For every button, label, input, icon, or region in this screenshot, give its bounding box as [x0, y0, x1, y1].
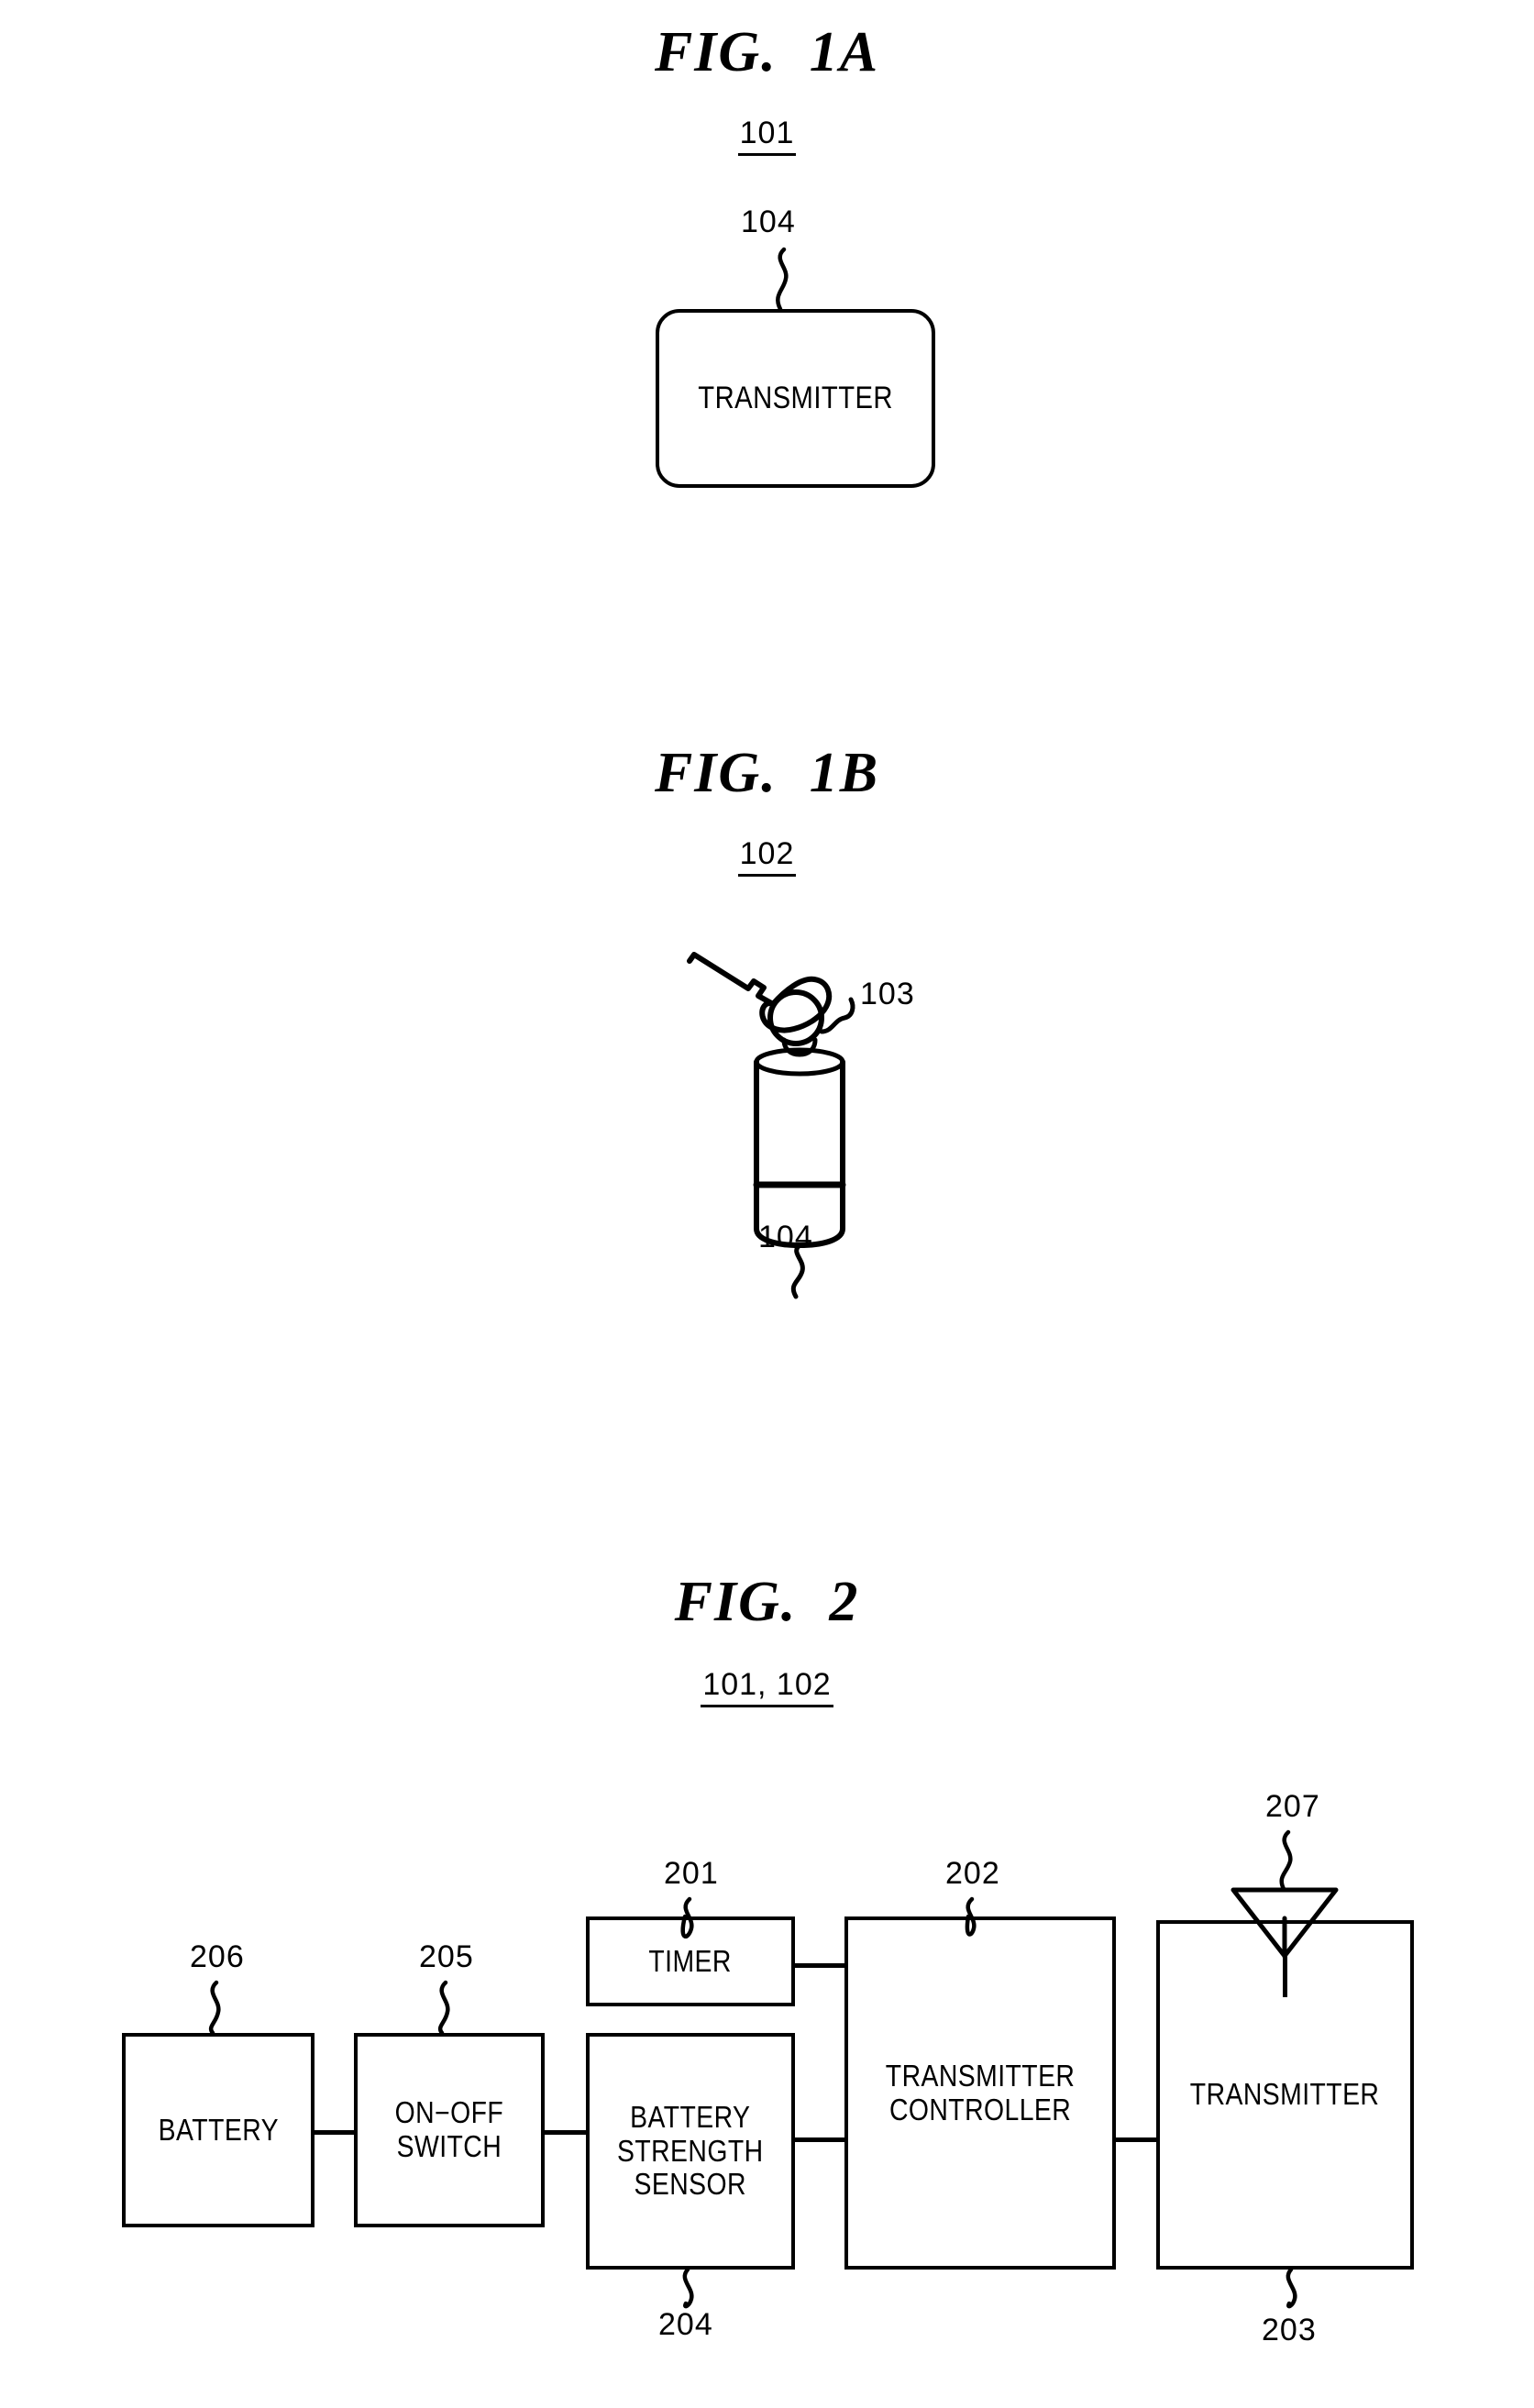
key-ring: [767, 989, 824, 1046]
reference-numeral-203: 203: [1262, 2313, 1317, 2347]
key-bow: [759, 976, 833, 1033]
transmitter-controller-block-label: TRANSMITTER CONTROLLER: [885, 2058, 1076, 2126]
battery-block: BATTERY: [122, 2033, 315, 2227]
figure-1a-title: FIG. 1A: [654, 21, 880, 83]
fob-top-ellipse: [754, 1047, 845, 1077]
reference-numeral-201: 201: [664, 1856, 719, 1891]
figure-2-reference: 101, 102: [0, 1667, 1534, 1707]
patent-drawing-sheet: FIG. 1A 101 104 TRANSMITTER FIG. 1B 102 …: [0, 0, 1534, 2408]
figure-1b-reference: 102: [0, 836, 1534, 877]
figure-2-title: FIG. 2: [674, 1571, 860, 1633]
reference-numeral-207: 207: [1265, 1789, 1320, 1824]
on-off-switch-block: ON−OFF SWITCH: [354, 2033, 545, 2227]
battery-strength-sensor-block-label: BATTERY STRENGTH SENSOR: [617, 2099, 764, 2202]
fob-attachment-loop: [781, 1037, 818, 1057]
transmitter-block-fig1a-label: TRANSMITTER: [698, 381, 893, 416]
reference-numeral-202: 202: [945, 1856, 1000, 1891]
antenna-feed-line: [1283, 1956, 1287, 1997]
wire-controller-to-transmitter: [1114, 2137, 1158, 2142]
transmitter-controller-block: TRANSMITTER CONTROLLER: [844, 1916, 1116, 2270]
reference-numeral-103: 103: [860, 977, 915, 1011]
on-off-switch-block-label: ON−OFF SWITCH: [394, 2095, 504, 2163]
figure-1b-title: FIG. 1B: [654, 742, 880, 804]
figure-1a-reference-value: 101: [737, 116, 797, 156]
leader-line-206: [208, 1980, 221, 2036]
leader-line-207: [1279, 1829, 1293, 1892]
figure-1b-reference-value: 102: [737, 836, 797, 877]
leader-line-205: [437, 1980, 450, 2036]
leader-line-204: [682, 2267, 694, 2309]
timer-block-label: TIMER: [648, 1943, 733, 1978]
reference-numeral-204: 204: [658, 2307, 713, 2342]
reference-numeral-206: 206: [190, 1939, 245, 1974]
battery-strength-sensor-block: BATTERY STRENGTH SENSOR: [586, 2033, 795, 2270]
fob-upper-body: [754, 1059, 845, 1187]
key-blade: [687, 952, 776, 1007]
reference-numeral-104-fig1b: 104: [758, 1220, 813, 1254]
figure-1a-reference: 101: [0, 116, 1534, 156]
wire-switch-to-sensor: [544, 2130, 588, 2135]
wire-battery-to-switch: [312, 2130, 356, 2135]
wire-timer-to-controller: [792, 1963, 847, 1968]
leader-line-104-fig1a: [776, 247, 789, 312]
transmitter-block-fig2-label: TRANSMITTER: [1190, 2077, 1380, 2112]
battery-block-label: BATTERY: [158, 2112, 279, 2147]
figure-2-reference-value: 101, 102: [701, 1667, 833, 1707]
leader-line-203: [1286, 2267, 1297, 2309]
transmitter-block-fig1a: TRANSMITTER: [656, 309, 935, 488]
reference-numeral-205: 205: [419, 1939, 474, 1974]
reference-numeral-104-fig1a: 104: [741, 204, 796, 239]
leader-line-103: [819, 997, 855, 1034]
timer-block: TIMER: [586, 1916, 795, 2006]
wire-sensor-to-controller: [792, 2137, 847, 2142]
